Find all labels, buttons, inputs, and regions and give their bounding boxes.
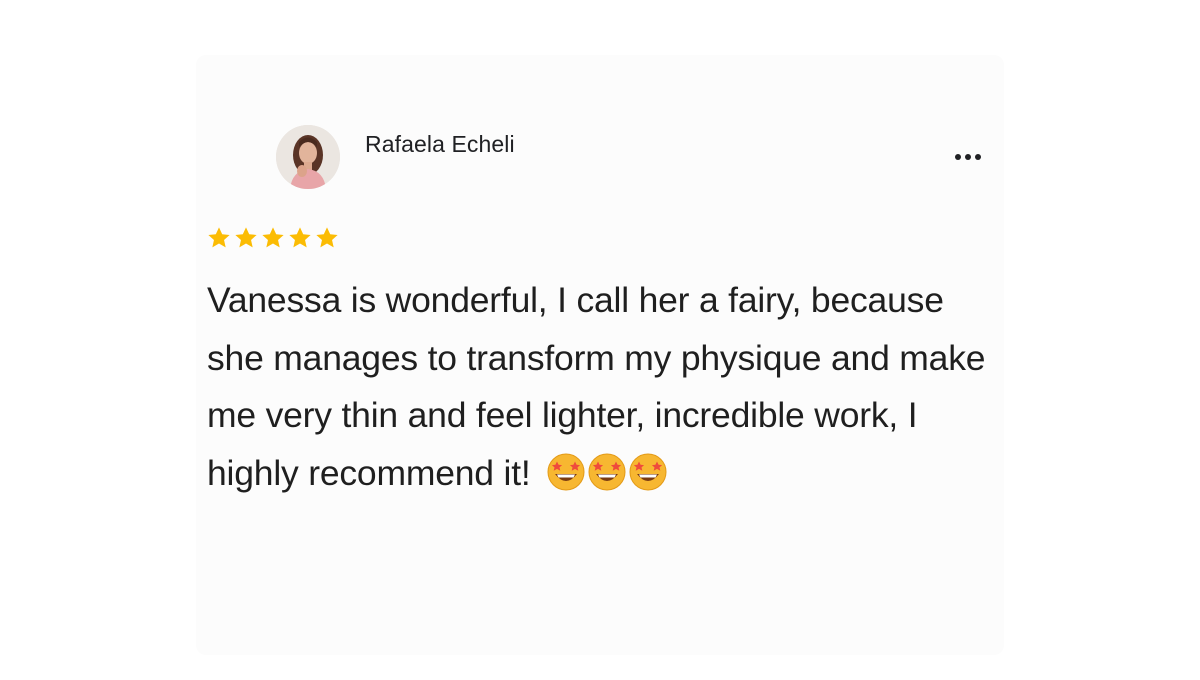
star-rating [206,222,341,254]
star-icon [289,227,311,248]
review-body: Vanessa is wonderful, I call her a fairy… [207,272,997,502]
reviewer-name[interactable]: Rafaela Echeli [365,131,515,158]
star-struck-emoji [547,453,585,491]
avatar[interactable] [276,125,340,189]
star-icon [316,227,338,248]
more-dot [975,154,981,160]
star-icon [235,227,257,248]
more-options-button[interactable] [946,143,990,171]
review-header: Rafaela Echeli [276,125,996,195]
review-page: Rafaela Echeli Vanessa is wonderful, I c… [0,0,1200,680]
emoji-row [546,452,669,492]
star-struck-emoji [629,453,667,491]
star-struck-emoji [588,453,626,491]
avatar-photo-icon [276,125,340,189]
star-icon [262,227,284,248]
more-dot [965,154,971,160]
star-icon [208,227,230,248]
more-horizontal-icon [955,154,961,160]
